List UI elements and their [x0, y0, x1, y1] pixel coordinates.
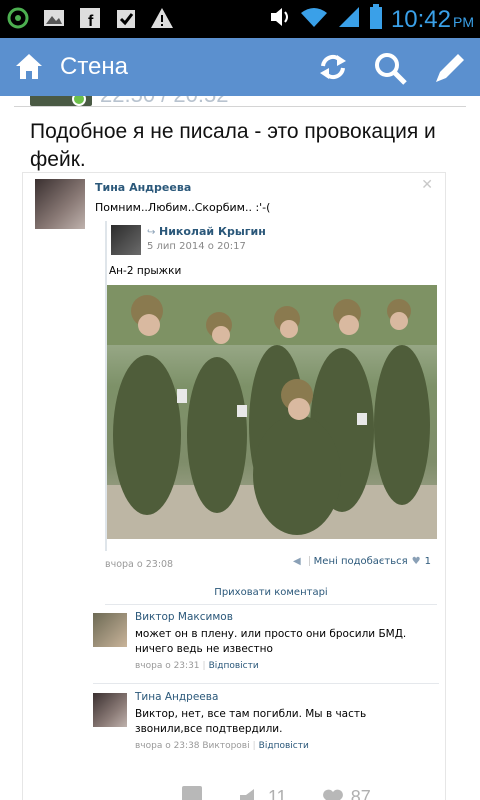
megaphone-icon: ◀ [292, 556, 301, 567]
comment-text: может он в плену. или просто они бросили… [135, 628, 407, 655]
clock-time: 10:42 [390, 5, 451, 33]
facebook-icon: f [78, 6, 102, 30]
comment-time: вчора о 23:31 [135, 661, 200, 671]
like-count-bottom: 87 [350, 787, 371, 800]
app-bar: Стена [0, 38, 480, 96]
repost-text: Ан-2 прыжки [109, 265, 182, 277]
mute-icon [269, 5, 291, 34]
hide-comments-link: Приховати коментарі [105, 581, 437, 605]
separator [308, 556, 310, 566]
task-icon [114, 6, 138, 30]
page-title: Стена [60, 53, 129, 80]
repost-author: Николай Крыгин [159, 225, 266, 238]
repost-block: ↪ Николай Крыгин 5 лип 2014 о 20:17 Ан-2… [105, 221, 437, 551]
post-actions: 11 87 [180, 784, 371, 800]
like-label: Мені подобається [313, 556, 408, 567]
battery-icon [369, 4, 383, 35]
post-message: Помним..Любим..Скорбим.. :'-( [95, 201, 271, 214]
author-name: Тина Андреева [95, 181, 192, 194]
reply-link: Відповісти [208, 661, 259, 671]
wall-feed[interactable]: 22:50 / 20:52 Подобное я не писала - это… [0, 96, 480, 800]
like-box: ◀ Мені подобається ♥ 1 [293, 556, 431, 567]
warning-icon [150, 6, 174, 30]
author-avatar [35, 179, 85, 229]
post-time: вчора о 23:08 [105, 559, 174, 570]
post-text: Подобное я не писала - это провокация и … [30, 120, 436, 171]
edit-icon[interactable] [432, 52, 466, 91]
sync-icon [6, 6, 30, 30]
heart-icon: ♥ [411, 556, 421, 567]
comment-meta: вчора о 23:38 Викторові | Відповісти [135, 741, 309, 751]
comment-icon[interactable] [180, 784, 204, 800]
status-bar: f 10:42 PM [0, 0, 480, 38]
repost-icon: ↪ [147, 227, 156, 238]
comment-time: вчора о 23:38 Викторові [135, 741, 250, 751]
wifi-icon [299, 5, 329, 34]
like-count: 1 [424, 556, 431, 567]
image-icon [42, 6, 66, 30]
repost-date: 5 лип 2014 о 20:17 [147, 241, 246, 252]
repost-button[interactable]: 11 [238, 787, 287, 800]
home-icon[interactable] [14, 52, 44, 87]
comment-text: Виктор, нет, все там погибли. Мы в часть… [135, 708, 367, 735]
post-image[interactable]: Тина Андреева ✕ Помним..Любим..Скорбим..… [22, 172, 446, 800]
clock: 10:42 PM [391, 6, 474, 34]
clock-ampm: PM [453, 13, 474, 30]
commenter-name: Тина Андреева [135, 691, 219, 703]
reply-link: Відповісти [258, 741, 309, 751]
signal-icon [337, 5, 361, 34]
svg-text:f: f [88, 13, 94, 30]
divider [14, 106, 466, 107]
refresh-icon[interactable] [318, 52, 348, 87]
comment-meta: вчора о 23:31 | Відповісти [135, 661, 259, 671]
separator: | [252, 741, 256, 751]
repost-count: 11 [268, 787, 287, 800]
comment-divider [93, 683, 439, 684]
commenter-avatar [93, 693, 127, 727]
close-icon: ✕ [421, 177, 433, 193]
commenter-avatar [93, 613, 127, 647]
like-button[interactable]: 87 [321, 787, 371, 800]
search-icon[interactable] [374, 52, 408, 91]
commenter-name: Виктор Максимов [135, 611, 233, 623]
repost-avatar [111, 225, 141, 255]
separator: | [202, 661, 206, 671]
soldiers-photo [107, 285, 437, 539]
